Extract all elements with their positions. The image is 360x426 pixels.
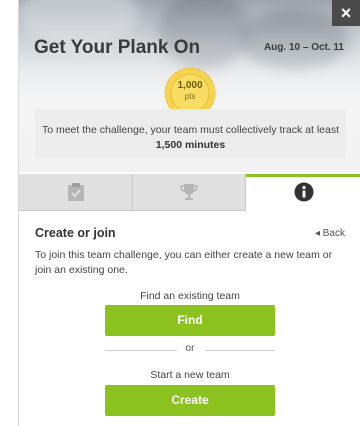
points-value: 1,000 <box>177 80 203 91</box>
section-title: Create or join <box>35 226 116 240</box>
close-button[interactable]: × <box>332 0 360 26</box>
points-unit: pts <box>184 92 196 101</box>
info-icon <box>294 182 314 207</box>
goal-box: To meet the challenge, your team must co… <box>35 109 346 158</box>
clipboard-check-icon <box>67 182 85 207</box>
close-icon: × <box>340 3 352 23</box>
trophy-icon <box>179 182 199 207</box>
challenge-panel: × Get Your Plank On Aug. 10 – Oct. 11 1,… <box>18 0 360 426</box>
create-team-label: Start a new team <box>150 369 230 381</box>
find-button[interactable]: Find <box>105 305 275 336</box>
goal-target: 1,500 minutes <box>155 139 226 151</box>
back-link[interactable]: ◂ Back <box>315 228 345 239</box>
intro-text: To join this team challenge, you can eit… <box>35 249 333 276</box>
active-tab-indicator <box>246 174 360 177</box>
create-button[interactable]: Create <box>105 385 275 416</box>
goal-text: To meet the challenge, your team must co… <box>41 124 340 136</box>
tab-info[interactable] <box>246 174 360 210</box>
divider-right <box>205 350 275 351</box>
tab-leaderboard[interactable] <box>133 174 246 210</box>
page-title: Get Your Plank On <box>34 37 201 58</box>
challenge-dates: Aug. 10 – Oct. 11 <box>263 42 344 53</box>
tab-divider <box>19 210 246 211</box>
find-team-label: Find an existing team <box>140 290 240 302</box>
tab-activity[interactable] <box>19 174 133 210</box>
or-separator: or <box>185 343 195 354</box>
tab-bar <box>19 174 360 210</box>
